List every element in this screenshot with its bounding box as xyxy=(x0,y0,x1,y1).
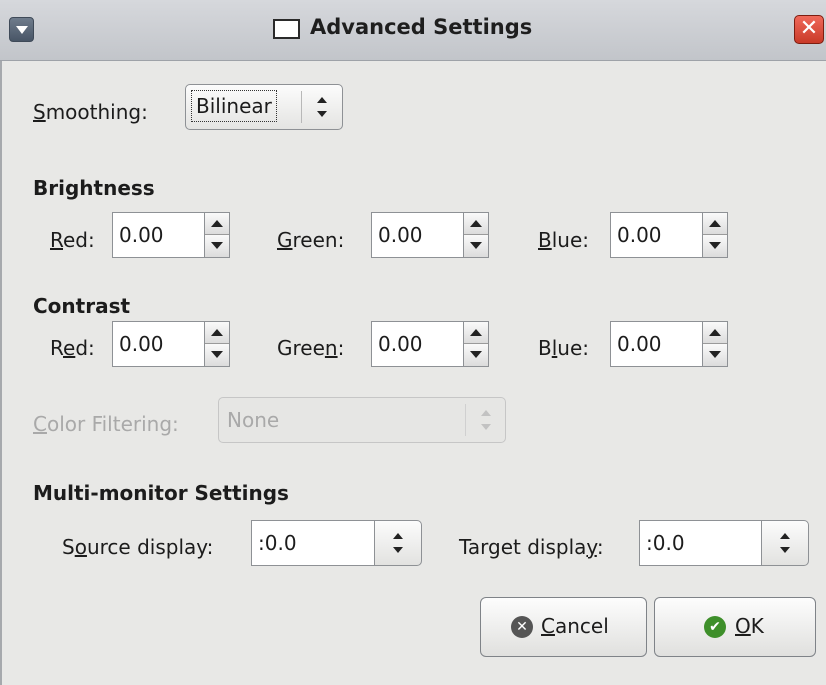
cancel-button-label: Cancel xyxy=(541,614,609,638)
contrast-blue-input[interactable]: 0.00 xyxy=(610,321,702,367)
contrast-red-input[interactable]: 0.00 xyxy=(112,321,204,367)
decrement-arrow-icon[interactable] xyxy=(464,344,488,366)
decrement-arrow-icon[interactable] xyxy=(703,235,727,257)
brightness-red-input[interactable]: 0.00 xyxy=(112,212,204,258)
brightness-green-label: Green: xyxy=(277,228,345,252)
increment-arrow-icon[interactable] xyxy=(464,213,488,235)
smoothing-select[interactable]: Bilinear xyxy=(185,84,343,130)
close-icon[interactable]: ✕ xyxy=(794,15,824,44)
dialog-body: Smoothing: Bilinear Brightness Red: 0.00… xyxy=(0,61,826,685)
decrement-arrow-icon[interactable] xyxy=(205,235,229,257)
increment-arrow-icon[interactable] xyxy=(205,322,229,344)
increment-arrow-icon[interactable] xyxy=(205,213,229,235)
brightness-green-spinner[interactable] xyxy=(463,212,489,258)
multi-monitor-heading: Multi-monitor Settings xyxy=(33,481,289,505)
source-display-input[interactable]: :0.0 xyxy=(251,520,374,566)
window-menu-icon[interactable] xyxy=(9,17,34,42)
contrast-blue-label: Blue: xyxy=(538,336,590,360)
contrast-green-input[interactable]: 0.00 xyxy=(371,321,463,367)
cancel-circle-icon: ✕ xyxy=(511,616,533,638)
contrast-red-label: Red: xyxy=(50,336,95,360)
title-bar: Advanced Settings ✕ xyxy=(0,0,826,61)
cancel-button[interactable]: ✕ Cancel xyxy=(480,597,647,657)
color-filtering-select: None xyxy=(218,397,506,443)
brightness-red-spinner[interactable] xyxy=(204,212,230,258)
brightness-blue-input[interactable]: 0.00 xyxy=(610,212,702,258)
contrast-green-label: Green: xyxy=(277,336,345,360)
target-display-label: Target display: xyxy=(459,535,604,559)
brightness-blue-label: Blue: xyxy=(538,228,590,252)
advanced-settings-dialog: Advanced Settings ✕ Smoothing: Bilinear … xyxy=(0,0,826,685)
source-display-label: Source display: xyxy=(62,535,214,559)
brightness-green-input[interactable]: 0.00 xyxy=(371,212,463,258)
select-arrows-icon xyxy=(393,533,403,553)
contrast-blue-spinner[interactable] xyxy=(702,321,728,367)
contrast-green-spinner[interactable] xyxy=(463,321,489,367)
smoothing-label: Smoothing: xyxy=(33,100,148,124)
brightness-blue-spinner[interactable] xyxy=(702,212,728,258)
brightness-heading: Brightness xyxy=(33,176,155,200)
select-arrows-icon xyxy=(780,533,790,553)
color-filtering-label: Color Filtering: xyxy=(33,412,179,436)
target-display-dropdown[interactable] xyxy=(761,520,809,566)
increment-arrow-icon[interactable] xyxy=(703,213,727,235)
target-display-input[interactable]: :0.0 xyxy=(639,520,761,566)
window-icon xyxy=(273,19,300,39)
color-filtering-value: None xyxy=(227,408,280,432)
decrement-arrow-icon[interactable] xyxy=(205,344,229,366)
smoothing-value: Bilinear xyxy=(191,90,277,122)
brightness-red-label: Red: xyxy=(50,228,95,252)
contrast-heading: Contrast xyxy=(33,294,131,318)
ok-button[interactable]: ✔ OK xyxy=(654,597,816,657)
check-circle-icon: ✔ xyxy=(704,616,726,638)
increment-arrow-icon[interactable] xyxy=(464,322,488,344)
select-arrows-icon xyxy=(481,410,491,430)
decrement-arrow-icon[interactable] xyxy=(703,344,727,366)
contrast-red-spinner[interactable] xyxy=(204,321,230,367)
source-display-dropdown[interactable] xyxy=(374,520,422,566)
decrement-arrow-icon[interactable] xyxy=(464,235,488,257)
ok-button-label: OK xyxy=(735,614,764,638)
increment-arrow-icon[interactable] xyxy=(703,322,727,344)
select-arrows-icon xyxy=(317,97,327,117)
window-title: Advanced Settings xyxy=(310,15,533,39)
